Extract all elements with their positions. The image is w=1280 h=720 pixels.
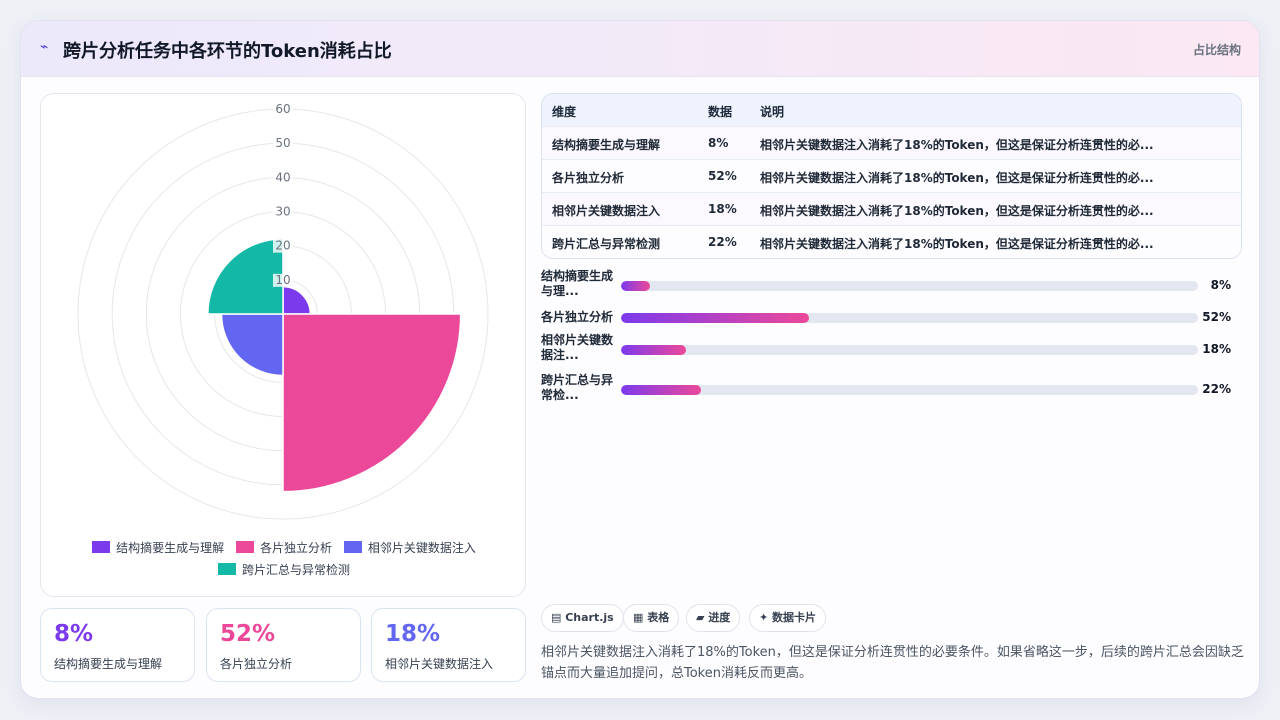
table-cell: 相邻片关键数据注入 [552,204,661,218]
data-table: 维度 数据 说明 结构摘要生成与理解 8% 相邻片关键数据注入消耗了18%的To… [541,93,1242,259]
chip-progress[interactable]: ▰ 进度 [686,604,741,632]
table-cell: 跨片汇总与异常检测 [552,237,661,251]
table-row[interactable]: 结构摘要生成与理解 8% 相邻片关键数据注入消耗了18%的Token，但这是保证… [542,127,1241,160]
radial-tick-label: 20 [275,239,290,253]
dashboard-card: ⌁ 跨片分析任务中各环节的Token消耗占比 占比结构 10 20 30 40 50 60… [20,20,1260,699]
progress-row: 各片独立分析 52% [541,301,1243,335]
stat-value: 18% [385,621,441,647]
table-cell: 各片独立分析 [552,171,625,185]
table-row[interactable]: 跨片汇总与异常检测 22% 相邻片关键数据注入消耗了18%的Token，但这是保… [542,226,1241,258]
legend-swatch [217,563,236,575]
polar-segment[interactable] [282,285,312,315]
legend-item[interactable]: 各片独立分析 [235,537,332,559]
header-bar: ⌁ 跨片分析任务中各环节的Token消耗占比 占比结构 [21,21,1259,77]
stat-value: 8% [54,621,94,647]
radial-tick-label: 30 [275,205,290,219]
header-tag: 占比结构 [1192,43,1241,57]
progress-track [621,313,1198,323]
table-cell: 相邻片关键数据注入消耗了18%的Token，但这是保证分析连贯性的必... [760,237,1154,251]
radial-tick-label: 50 [275,136,290,150]
progress-track [621,385,1198,395]
table-cell: 相邻片关键数据注入消耗了18%的Token，但这是保证分析连贯性的必... [760,204,1154,218]
table-cell: 结构摘要生成与理解 [552,138,661,152]
table-row[interactable]: 相邻片关键数据注入 18% 相邻片关键数据注入消耗了18%的Token，但这是保… [542,193,1241,226]
progress-fill [621,385,701,395]
table-header-row: 维度 数据 说明 [542,94,1241,127]
legend-item[interactable]: 跨片汇总与异常检测 [217,559,350,581]
progress-track [621,281,1198,291]
chart-legend: 结构摘要生成与理解 各片独立分析 相邻片关键数据注入 跨片汇总与异常检测 [41,537,527,581]
chip-data-card[interactable]: ✦ 数据卡片 [749,604,827,632]
column-header: 数据 [708,105,733,119]
stat-label: 结构摘要生成与理解 [54,657,163,671]
progress-value: 18% [1202,342,1231,356]
stat-value: 52% [220,621,276,647]
stat-label: 各片独立分析 [220,657,293,671]
table-cell: 相邻片关键数据注入消耗了18%的Token，但这是保证分析连贯性的必... [760,171,1154,185]
radial-tick-label: 40 [275,170,290,184]
table-cell: 8% [708,136,729,150]
legend-item[interactable]: 结构摘要生成与理解 [92,537,224,559]
progress-value: 22% [1202,382,1231,396]
table-row[interactable]: 各片独立分析 52% 相邻片关键数据注入消耗了18%的Token，但这是保证分析… [542,160,1241,193]
table-cell: 18% [708,202,737,216]
table-cell: 相邻片关键数据注入消耗了18%的Token，但这是保证分析连贯性的必... [760,138,1154,152]
stat-card: 18% 相邻片关键数据注入 [371,608,526,682]
page-title: 跨片分析任务中各环节的Token消耗占比 [63,41,392,62]
progress-value: 52% [1202,310,1231,324]
progress-value: 8% [1210,278,1231,292]
progress-fill [621,345,687,355]
legend-swatch [92,541,111,553]
trend-icon: ⌁ [40,39,49,55]
progress-row: 相邻片关键数据注... 18% [541,333,1243,367]
polar-segment[interactable] [282,313,462,493]
stat-card: 52% 各片独立分析 [206,608,361,682]
legend-label: 相邻片关键数据注入 [367,541,476,555]
legend-item[interactable]: 相邻片关键数据注入 [343,537,476,559]
progress-label: 结构摘要生成与理... [541,269,614,298]
progress-row: 跨片汇总与异常检... 22% [541,373,1243,407]
legend-label: 结构摘要生成与理解 [116,541,225,555]
progress-fill [621,313,809,323]
table-cell: 22% [708,235,737,249]
radial-tick-label: 60 [275,102,290,116]
legend-swatch [235,541,254,553]
legend-swatch [343,541,362,553]
polar-chart-panel: 10 20 30 40 50 60 结构摘要生成与理解 各片独立分析 相邻片关键数据注入 … [40,93,526,597]
polar-segment[interactable] [220,313,284,377]
progress-label: 跨片汇总与异常检... [541,373,614,402]
progress-label: 各片独立分析 [541,310,614,324]
summary-note: 相邻片关键数据注入消耗了18%的Token，但这是保证分析连贯性的必要条件。如果… [541,645,1244,681]
chip-chartjs[interactable]: ▤ Chart.js [541,604,624,632]
column-header: 说明 [760,105,785,119]
chip-table[interactable]: ▦ 表格 [623,604,680,632]
radial-tick-label: 10 [275,273,290,287]
progress-row: 结构摘要生成与理... 8% [541,269,1243,303]
legend-label: 各片独立分析 [259,541,332,555]
progress-track [621,345,1198,355]
stat-label: 相邻片关键数据注入 [385,657,494,671]
progress-label: 相邻片关键数据注... [541,333,614,362]
progress-fill [621,281,650,291]
table-cell: 52% [708,169,737,183]
stat-card: 8% 结构摘要生成与理解 [40,608,195,682]
legend-label: 跨片汇总与异常检测 [241,563,350,577]
polar-area-chart: 10 20 30 40 50 60 [77,102,489,520]
column-header: 维度 [552,105,577,119]
polar-segment[interactable] [207,238,284,315]
